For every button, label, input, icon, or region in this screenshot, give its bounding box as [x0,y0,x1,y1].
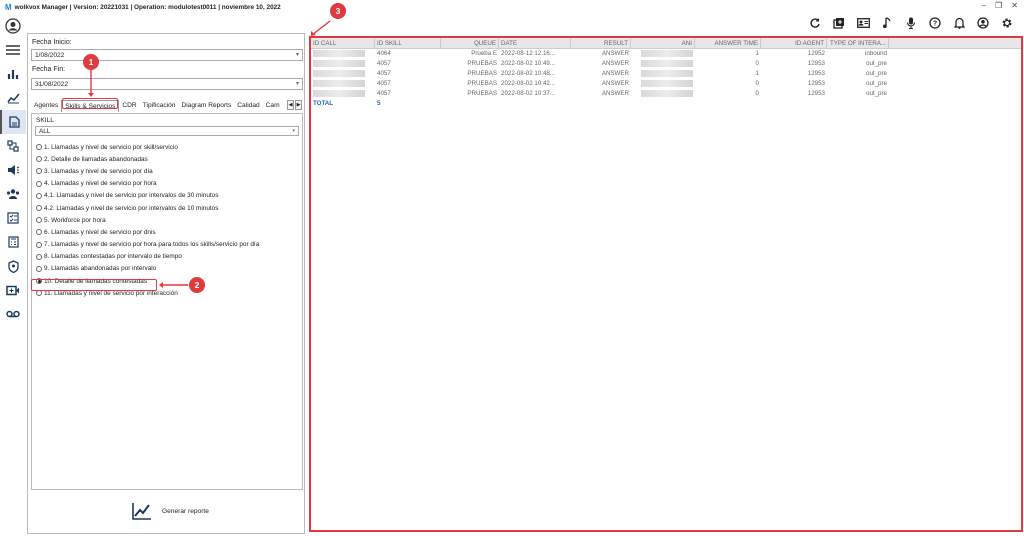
callout-badge-1: 1 [83,54,99,70]
callout-badge-2: 2 [189,277,205,293]
callout-badge-3: 3 [330,3,346,19]
callout-arrows [88,20,331,288]
